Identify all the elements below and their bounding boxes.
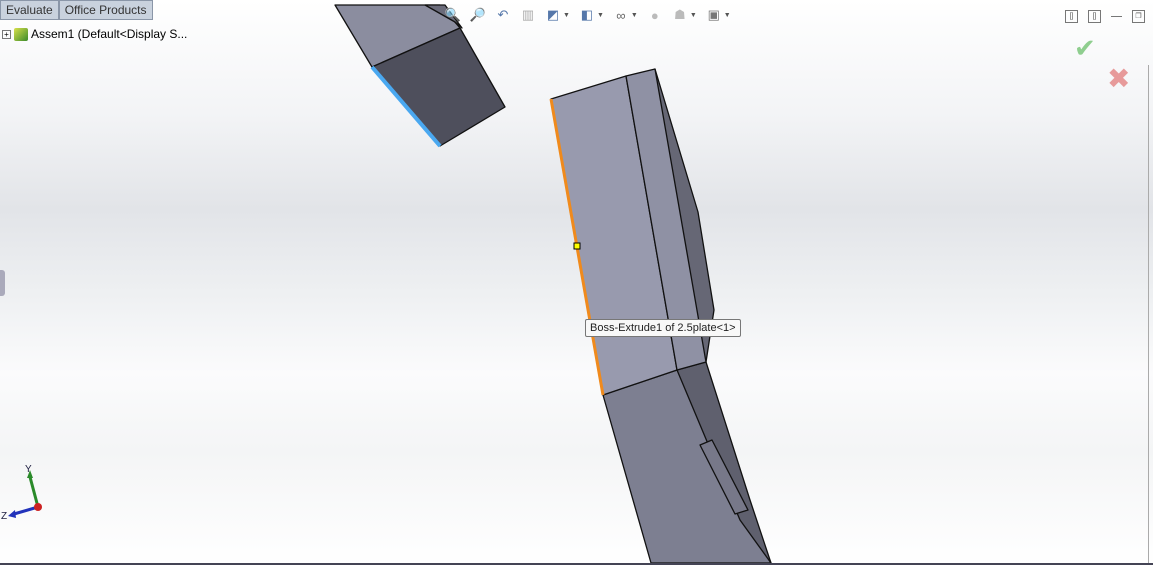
y-axis-arrow — [28, 476, 40, 508]
appearance-icon[interactable]: ● — [647, 7, 663, 23]
window-controls: [] [] ❐ — [1065, 10, 1145, 23]
view-settings-icon[interactable]: ▣ — [706, 7, 722, 23]
display-style-icon[interactable]: ◧ — [579, 7, 595, 23]
part-upper-left — [334, 4, 506, 148]
y-axis-label: Y — [25, 464, 32, 475]
feature-tree-root[interactable]: + Assem1 (Default<Display S... — [2, 27, 187, 41]
hide-show-items-icon[interactable]: ∞ — [613, 7, 629, 23]
restore-icon[interactable]: ❐ — [1132, 10, 1145, 23]
x-axis-origin — [34, 503, 42, 511]
selection-tooltip: Boss-Extrude1 of 2.5plate<1> — [585, 319, 741, 337]
assembly-label: Assem1 (Default<Display S... — [31, 27, 188, 41]
part-plate — [549, 68, 772, 564]
tile-left-icon[interactable]: [] — [1065, 10, 1078, 23]
tab-evaluate[interactable]: Evaluate — [0, 0, 59, 20]
command-manager-tabs: Evaluate Office Products — [0, 0, 153, 20]
chevron-down-icon[interactable]: ▼ — [631, 12, 638, 19]
heads-up-toolbar: 🔍 🔎 ↶ ▥ ◩ ▼ ◧ ▼ ∞ ▼ ● ☗ ▼ ▣ ▼ — [445, 7, 731, 23]
minimize-icon[interactable] — [1111, 10, 1122, 17]
graphics-area-model[interactable] — [0, 0, 1153, 565]
scene-icon[interactable]: ☗ — [672, 7, 688, 23]
view-orientation-icon[interactable]: ◩ — [545, 7, 561, 23]
zoom-to-area-icon[interactable]: 🔎 — [470, 7, 486, 23]
tile-right-icon[interactable]: [] — [1088, 10, 1101, 23]
task-pane-edge[interactable] — [1148, 65, 1153, 565]
expand-icon[interactable]: + — [2, 29, 11, 39]
reference-triad: Y Z — [1, 464, 42, 522]
chevron-down-icon[interactable]: ▼ — [597, 12, 604, 19]
chevron-down-icon[interactable]: ▼ — [563, 12, 570, 19]
chevron-down-icon[interactable]: ▼ — [724, 12, 731, 19]
section-view-icon[interactable]: ▥ — [520, 7, 536, 23]
panel-collapse-handle[interactable] — [0, 270, 5, 296]
z-axis-label: Z — [1, 511, 7, 522]
previous-view-icon[interactable]: ↶ — [495, 7, 511, 23]
cursor-marker — [573, 242, 581, 250]
chevron-down-icon[interactable]: ▼ — [690, 12, 697, 19]
confirm-cancel-icon[interactable]: ✖ — [1107, 62, 1130, 95]
tab-office-products[interactable]: Office Products — [58, 0, 153, 20]
confirm-ok-icon[interactable]: ✔ — [1074, 33, 1096, 64]
assembly-icon — [14, 27, 28, 41]
zoom-to-fit-icon[interactable]: 🔍 — [445, 7, 461, 23]
